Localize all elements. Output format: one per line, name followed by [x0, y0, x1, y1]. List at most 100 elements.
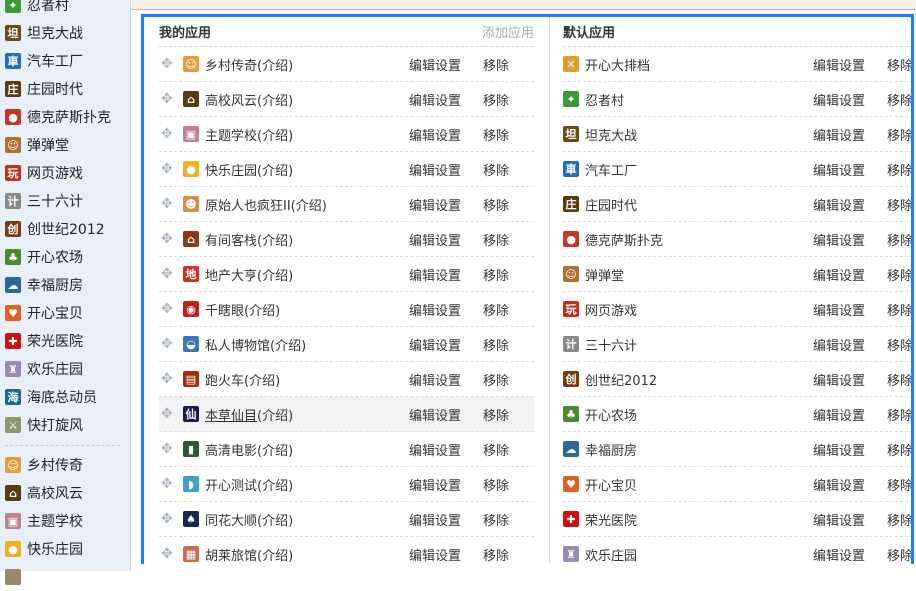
- app-link[interactable]: 幸福厨房: [585, 444, 637, 459]
- edit-settings-link[interactable]: 编辑设置: [409, 300, 461, 319]
- remove-link[interactable]: 移除: [887, 475, 911, 494]
- edit-settings-link[interactable]: 编辑设置: [813, 370, 865, 389]
- sidebar-item[interactable]: ☺ 弹弹堂: [0, 131, 130, 159]
- remove-link[interactable]: 移除: [483, 265, 509, 284]
- edit-settings-link[interactable]: 编辑设置: [409, 405, 461, 424]
- sidebar-item[interactable]: ☁ 幸福厨房: [0, 271, 130, 299]
- remove-link[interactable]: 移除: [483, 125, 509, 144]
- remove-link[interactable]: 移除: [483, 160, 509, 179]
- remove-link[interactable]: 移除: [887, 510, 911, 529]
- edit-settings-link[interactable]: 编辑设置: [409, 90, 461, 109]
- app-link[interactable]: 庄园时代: [585, 199, 637, 214]
- app-link[interactable]: 本草仙目: [205, 409, 257, 424]
- drag-handle-icon[interactable]: ✥: [159, 511, 183, 527]
- edit-settings-link[interactable]: 编辑设置: [409, 545, 461, 564]
- app-link[interactable]: 欢乐庄园: [585, 549, 637, 564]
- drag-handle-icon[interactable]: ✥: [159, 441, 183, 457]
- sidebar-item[interactable]: [0, 563, 130, 591]
- remove-link[interactable]: 移除: [887, 55, 911, 74]
- app-link[interactable]: 跑火车: [205, 374, 244, 389]
- app-link[interactable]: 开心农场: [585, 409, 637, 424]
- add-app-link[interactable]: 添加应用: [482, 22, 534, 41]
- intro-link[interactable]: (介绍): [257, 514, 293, 529]
- edit-settings-link[interactable]: 编辑设置: [813, 405, 865, 424]
- app-link[interactable]: 乡村传奇: [205, 59, 257, 74]
- drag-handle-icon[interactable]: ✥: [159, 161, 183, 177]
- remove-link[interactable]: 移除: [887, 405, 911, 424]
- sidebar-item[interactable]: 计三十六计: [0, 187, 130, 215]
- intro-link[interactable]: (介绍): [257, 94, 293, 109]
- app-link[interactable]: 私人博物馆: [205, 339, 270, 354]
- app-link[interactable]: 千瞎眼: [205, 304, 244, 319]
- edit-settings-link[interactable]: 编辑设置: [813, 265, 865, 284]
- app-link[interactable]: 高校风云: [205, 94, 257, 109]
- intro-link[interactable]: (介绍): [270, 339, 306, 354]
- edit-settings-link[interactable]: 编辑设置: [813, 545, 865, 564]
- sidebar-item[interactable]: ▣ 主题学校: [0, 507, 130, 535]
- remove-link[interactable]: 移除: [483, 510, 509, 529]
- edit-settings-link[interactable]: 编辑设置: [813, 195, 865, 214]
- sidebar-item[interactable]: 创创世纪2012: [0, 215, 130, 243]
- sidebar-item[interactable]: 玩网页游戏: [0, 159, 130, 187]
- app-link[interactable]: 忍者村: [585, 94, 624, 109]
- drag-handle-icon[interactable]: ✥: [159, 336, 183, 352]
- remove-link[interactable]: 移除: [887, 265, 911, 284]
- sidebar-item[interactable]: ✦ 忍者村: [0, 0, 130, 19]
- remove-link[interactable]: 移除: [887, 195, 911, 214]
- app-link[interactable]: 高清电影: [205, 444, 257, 459]
- edit-settings-link[interactable]: 编辑设置: [409, 510, 461, 529]
- intro-link[interactable]: (介绍): [244, 374, 280, 389]
- app-link[interactable]: 坦克大战: [585, 129, 637, 144]
- sidebar-item[interactable]: 坦坦克大战: [0, 19, 130, 47]
- app-link[interactable]: 快乐庄园: [205, 164, 257, 179]
- sidebar-item[interactable]: ⚔ 快打旋风: [0, 411, 130, 439]
- remove-link[interactable]: 移除: [483, 370, 509, 389]
- remove-link[interactable]: 移除: [887, 125, 911, 144]
- drag-handle-icon[interactable]: ✥: [159, 91, 183, 107]
- remove-link[interactable]: 移除: [483, 90, 509, 109]
- edit-settings-link[interactable]: 编辑设置: [813, 90, 865, 109]
- intro-link[interactable]: (介绍): [257, 444, 293, 459]
- remove-link[interactable]: 移除: [887, 370, 911, 389]
- sidebar-item[interactable]: 車汽车工厂: [0, 47, 130, 75]
- sidebar-item[interactable]: ✚ 荣光医院: [0, 327, 130, 355]
- intro-link[interactable]: (介绍): [257, 269, 293, 284]
- app-link[interactable]: 开心大排档: [585, 59, 650, 74]
- remove-link[interactable]: 移除: [887, 230, 911, 249]
- edit-settings-link[interactable]: 编辑设置: [813, 335, 865, 354]
- edit-settings-link[interactable]: 编辑设置: [409, 370, 461, 389]
- intro-link[interactable]: (介绍): [257, 409, 293, 424]
- intro-link[interactable]: (介绍): [257, 549, 293, 564]
- remove-link[interactable]: 移除: [483, 230, 509, 249]
- app-link[interactable]: 汽车工厂: [585, 164, 637, 179]
- remove-link[interactable]: 移除: [887, 300, 911, 319]
- app-link[interactable]: 地产大亨: [205, 269, 257, 284]
- drag-handle-icon[interactable]: ✥: [159, 126, 183, 142]
- drag-handle-icon[interactable]: ✥: [159, 476, 183, 492]
- intro-link[interactable]: (介绍): [291, 199, 327, 214]
- edit-settings-link[interactable]: 编辑设置: [813, 230, 865, 249]
- edit-settings-link[interactable]: 编辑设置: [813, 300, 865, 319]
- edit-settings-link[interactable]: 编辑设置: [813, 510, 865, 529]
- remove-link[interactable]: 移除: [483, 300, 509, 319]
- edit-settings-link[interactable]: 编辑设置: [813, 440, 865, 459]
- intro-link[interactable]: (介绍): [257, 129, 293, 144]
- edit-settings-link[interactable]: 编辑设置: [409, 475, 461, 494]
- drag-handle-icon[interactable]: ✥: [159, 301, 183, 317]
- app-link[interactable]: 弹弹堂: [585, 269, 624, 284]
- remove-link[interactable]: 移除: [887, 90, 911, 109]
- drag-handle-icon[interactable]: ✥: [159, 266, 183, 282]
- app-link[interactable]: 主题学校: [205, 129, 257, 144]
- sidebar-item[interactable]: ☺ 乡村传奇: [0, 451, 130, 479]
- app-link[interactable]: 开心宝贝: [585, 479, 637, 494]
- edit-settings-link[interactable]: 编辑设置: [409, 125, 461, 144]
- sidebar-item[interactable]: ♜ 欢乐庄园: [0, 355, 130, 383]
- sidebar-item[interactable]: 庄庄园时代: [0, 75, 130, 103]
- app-link[interactable]: 三十六计: [585, 339, 637, 354]
- app-link[interactable]: 荣光医院: [585, 514, 637, 529]
- remove-link[interactable]: 移除: [483, 475, 509, 494]
- edit-settings-link[interactable]: 编辑设置: [409, 195, 461, 214]
- app-link[interactable]: 原始人也疯狂II: [205, 199, 291, 214]
- sidebar-item[interactable]: ♥ 开心宝贝: [0, 299, 130, 327]
- remove-link[interactable]: 移除: [483, 335, 509, 354]
